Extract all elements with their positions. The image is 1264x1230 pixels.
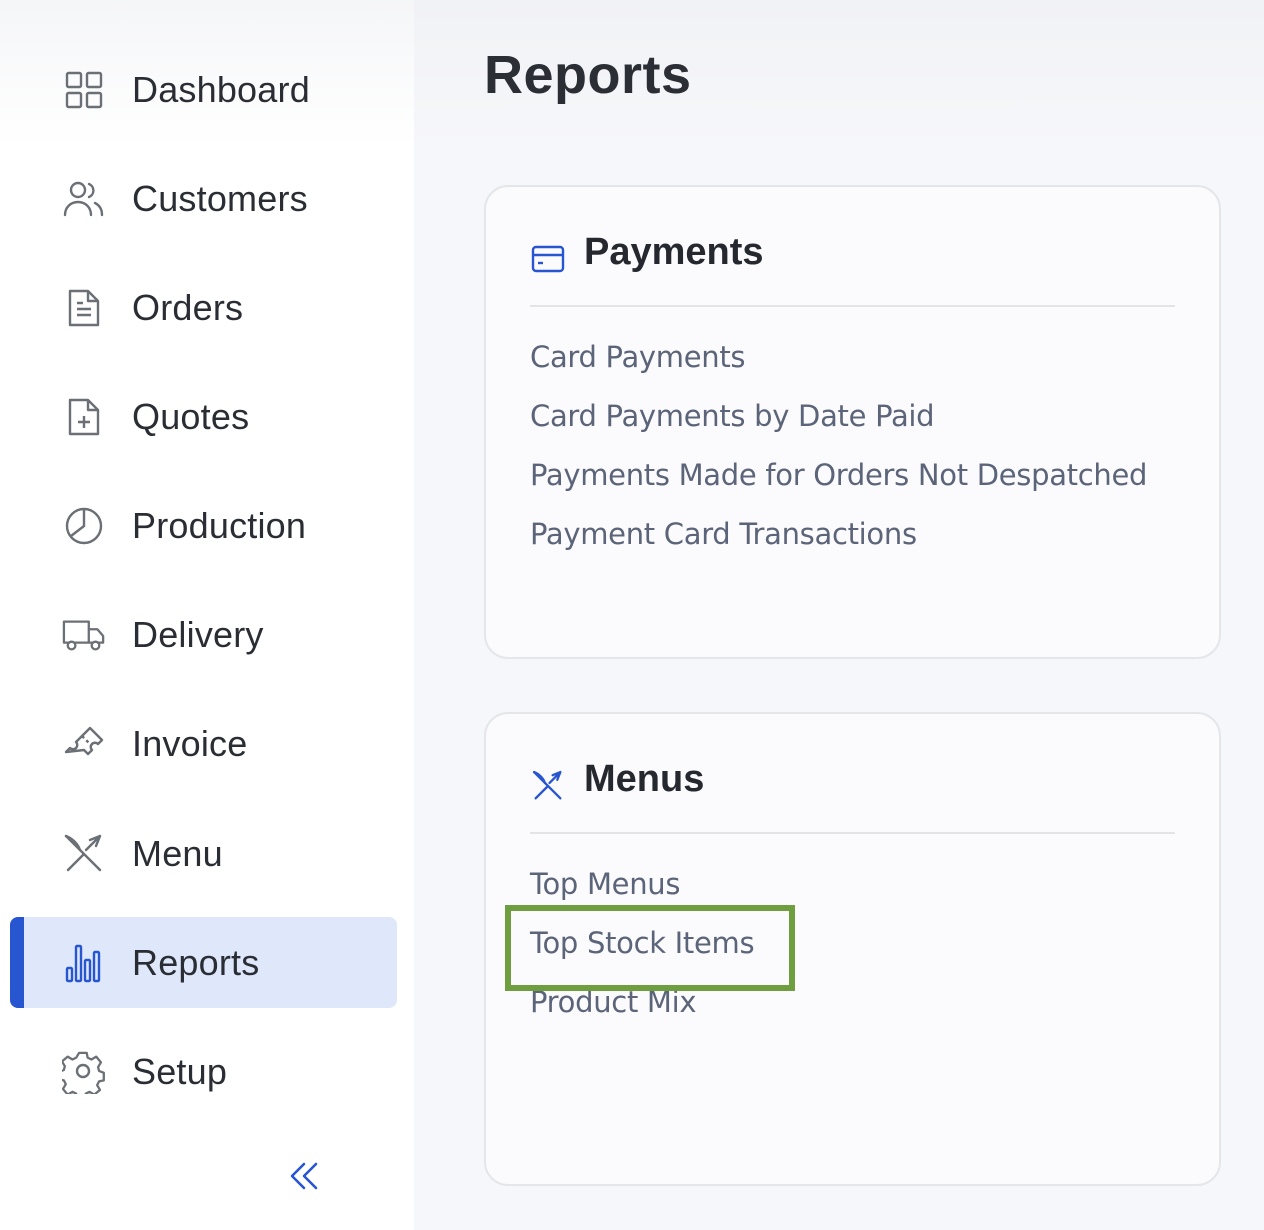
sidebar-item-label: Reports: [132, 941, 260, 983]
sidebar-item-label: Quotes: [132, 395, 250, 437]
ticket-icon: [62, 722, 106, 766]
link-payment-card-transactions[interactable]: Payment Card Transactions: [530, 514, 1147, 573]
sidebar-item-label: Orders: [132, 286, 244, 328]
sidebar-item-quotes[interactable]: Quotes: [10, 371, 397, 462]
link-top-menus[interactable]: Top Menus: [530, 864, 754, 923]
sidebar-item-label: Customers: [132, 177, 308, 219]
pie-chart-icon: [62, 504, 106, 548]
dashboard-grid-icon: [62, 68, 106, 112]
gear-icon: [62, 1050, 106, 1094]
sidebar-item-label: Menu: [132, 832, 223, 874]
users-icon: [62, 177, 106, 221]
payments-links: Card Payments Card Payments by Date Paid…: [530, 337, 1147, 573]
sidebar-item-delivery[interactable]: Delivery: [10, 589, 397, 680]
sidebar-item-setup[interactable]: Setup: [10, 1026, 397, 1117]
sidebar-item-label: Setup: [132, 1050, 228, 1092]
sidebar-item-dashboard[interactable]: Dashboard: [10, 44, 397, 135]
truck-icon: [62, 613, 106, 657]
sidebar-item-label: Dashboard: [132, 68, 310, 110]
link-card-payments[interactable]: Card Payments: [530, 337, 1147, 396]
main-content: Reports Payments Card Payments Card Paym…: [414, 0, 1264, 1230]
menus-card-title: Menus: [584, 758, 705, 800]
sidebar-item-menu[interactable]: Menu: [10, 808, 397, 899]
payments-card: Payments Card Payments Card Payments by …: [484, 185, 1221, 659]
sidebar-item-customers[interactable]: Customers: [10, 153, 397, 244]
credit-card-icon: [530, 241, 566, 277]
menus-links: Top Menus Top Stock Items Product Mix: [530, 864, 755, 1041]
bar-chart-icon: [62, 941, 106, 985]
collapse-sidebar-button[interactable]: [282, 1158, 326, 1198]
sidebar-item-reports[interactable]: Reports: [10, 917, 397, 1008]
page-title: Reports: [484, 45, 692, 105]
payments-card-header: Payments: [530, 231, 1175, 307]
sidebar-item-production[interactable]: Production: [10, 480, 397, 571]
menus-card: Menus Top Menus Top Stock Items Product …: [484, 712, 1221, 1186]
document-plus-icon: [62, 395, 106, 439]
double-chevron-left-icon: [288, 1161, 320, 1196]
link-card-payments-by-date-paid[interactable]: Card Payments by Date Paid: [530, 396, 1147, 455]
sidebar-item-orders[interactable]: Orders: [10, 262, 397, 353]
sidebar-item-label: Invoice: [132, 722, 248, 764]
document-icon: [62, 286, 106, 330]
sidebar-item-invoice[interactable]: Invoice: [10, 698, 397, 789]
link-product-mix[interactable]: Product Mix: [530, 982, 754, 1041]
sidebar-item-label: Delivery: [132, 613, 264, 655]
link-payments-orders-not-despatched[interactable]: Payments Made for Orders Not Despatched: [530, 455, 1147, 514]
sidebar-item-label: Production: [132, 504, 307, 546]
link-top-stock-items[interactable]: Top Stock Items: [530, 923, 755, 982]
fork-knife-icon: [62, 832, 106, 876]
sidebar: Dashboard Customers Orders Quotes Produc…: [0, 0, 414, 1230]
fork-knife-icon: [530, 768, 566, 804]
payments-card-title: Payments: [584, 231, 764, 273]
menus-card-header: Menus: [530, 758, 1175, 834]
